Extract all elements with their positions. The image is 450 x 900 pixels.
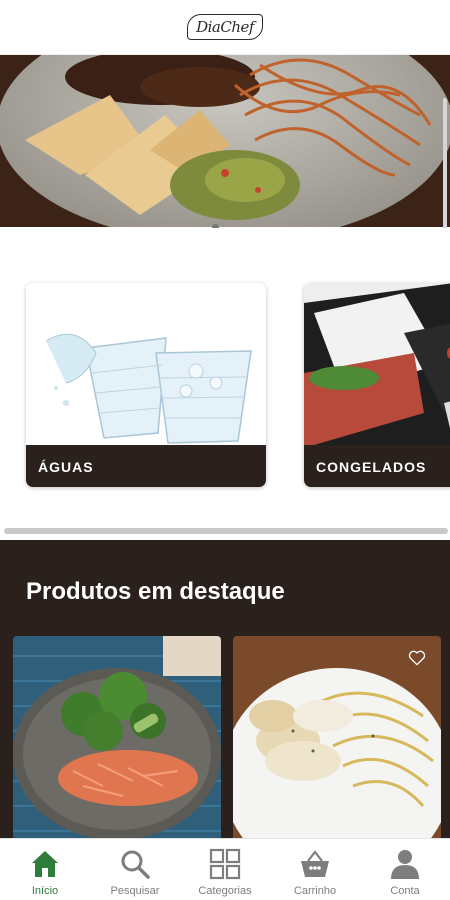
app-logo[interactable]: DiaChef bbox=[187, 14, 263, 40]
nav-item-categorias[interactable]: Categorias bbox=[180, 839, 270, 900]
grid-icon bbox=[209, 848, 241, 880]
heart-outline-icon[interactable] bbox=[407, 648, 427, 668]
categories-carousel: ÁGUAS CONGELADOS bbox=[0, 228, 450, 540]
nav-label: Categorias bbox=[198, 885, 252, 897]
nav-label: Conta bbox=[390, 885, 420, 897]
top-bar: DiaChef bbox=[0, 0, 450, 55]
water-glasses-image bbox=[26, 283, 266, 445]
category-card-aguas[interactable]: ÁGUAS bbox=[26, 283, 266, 487]
home-icon bbox=[32, 851, 58, 877]
search-icon bbox=[121, 850, 150, 879]
product-card[interactable] bbox=[233, 636, 441, 838]
bottom-navigation: Início Pesquisar Categorias Carrinho Con… bbox=[0, 838, 450, 900]
category-label: ÁGUAS bbox=[26, 445, 266, 487]
basket-icon bbox=[301, 850, 329, 877]
nav-item-inicio[interactable]: Início bbox=[0, 839, 90, 900]
category-label: CONGELADOS bbox=[304, 445, 450, 487]
section-title: Produtos em destaque bbox=[26, 578, 285, 605]
product-image-broccoli-chicken bbox=[13, 636, 221, 838]
user-icon bbox=[391, 850, 419, 879]
nav-item-pesquisar[interactable]: Pesquisar bbox=[90, 839, 180, 900]
category-card-congelados[interactable]: CONGELADOS bbox=[304, 283, 450, 487]
hero-food-image bbox=[0, 55, 450, 227]
nav-label: Pesquisar bbox=[110, 885, 160, 897]
nav-label: Carrinho bbox=[293, 885, 337, 897]
horizontal-scrollbar[interactable] bbox=[4, 528, 448, 534]
nav-item-conta[interactable]: Conta bbox=[360, 839, 450, 900]
frozen-meals-image bbox=[304, 283, 450, 445]
nav-label: Início bbox=[31, 885, 59, 897]
featured-section: Produtos em destaque bbox=[0, 540, 450, 838]
nav-item-carrinho[interactable]: Carrinho bbox=[270, 839, 360, 900]
product-card[interactable] bbox=[13, 636, 221, 838]
hero-banner[interactable] bbox=[0, 55, 450, 227]
